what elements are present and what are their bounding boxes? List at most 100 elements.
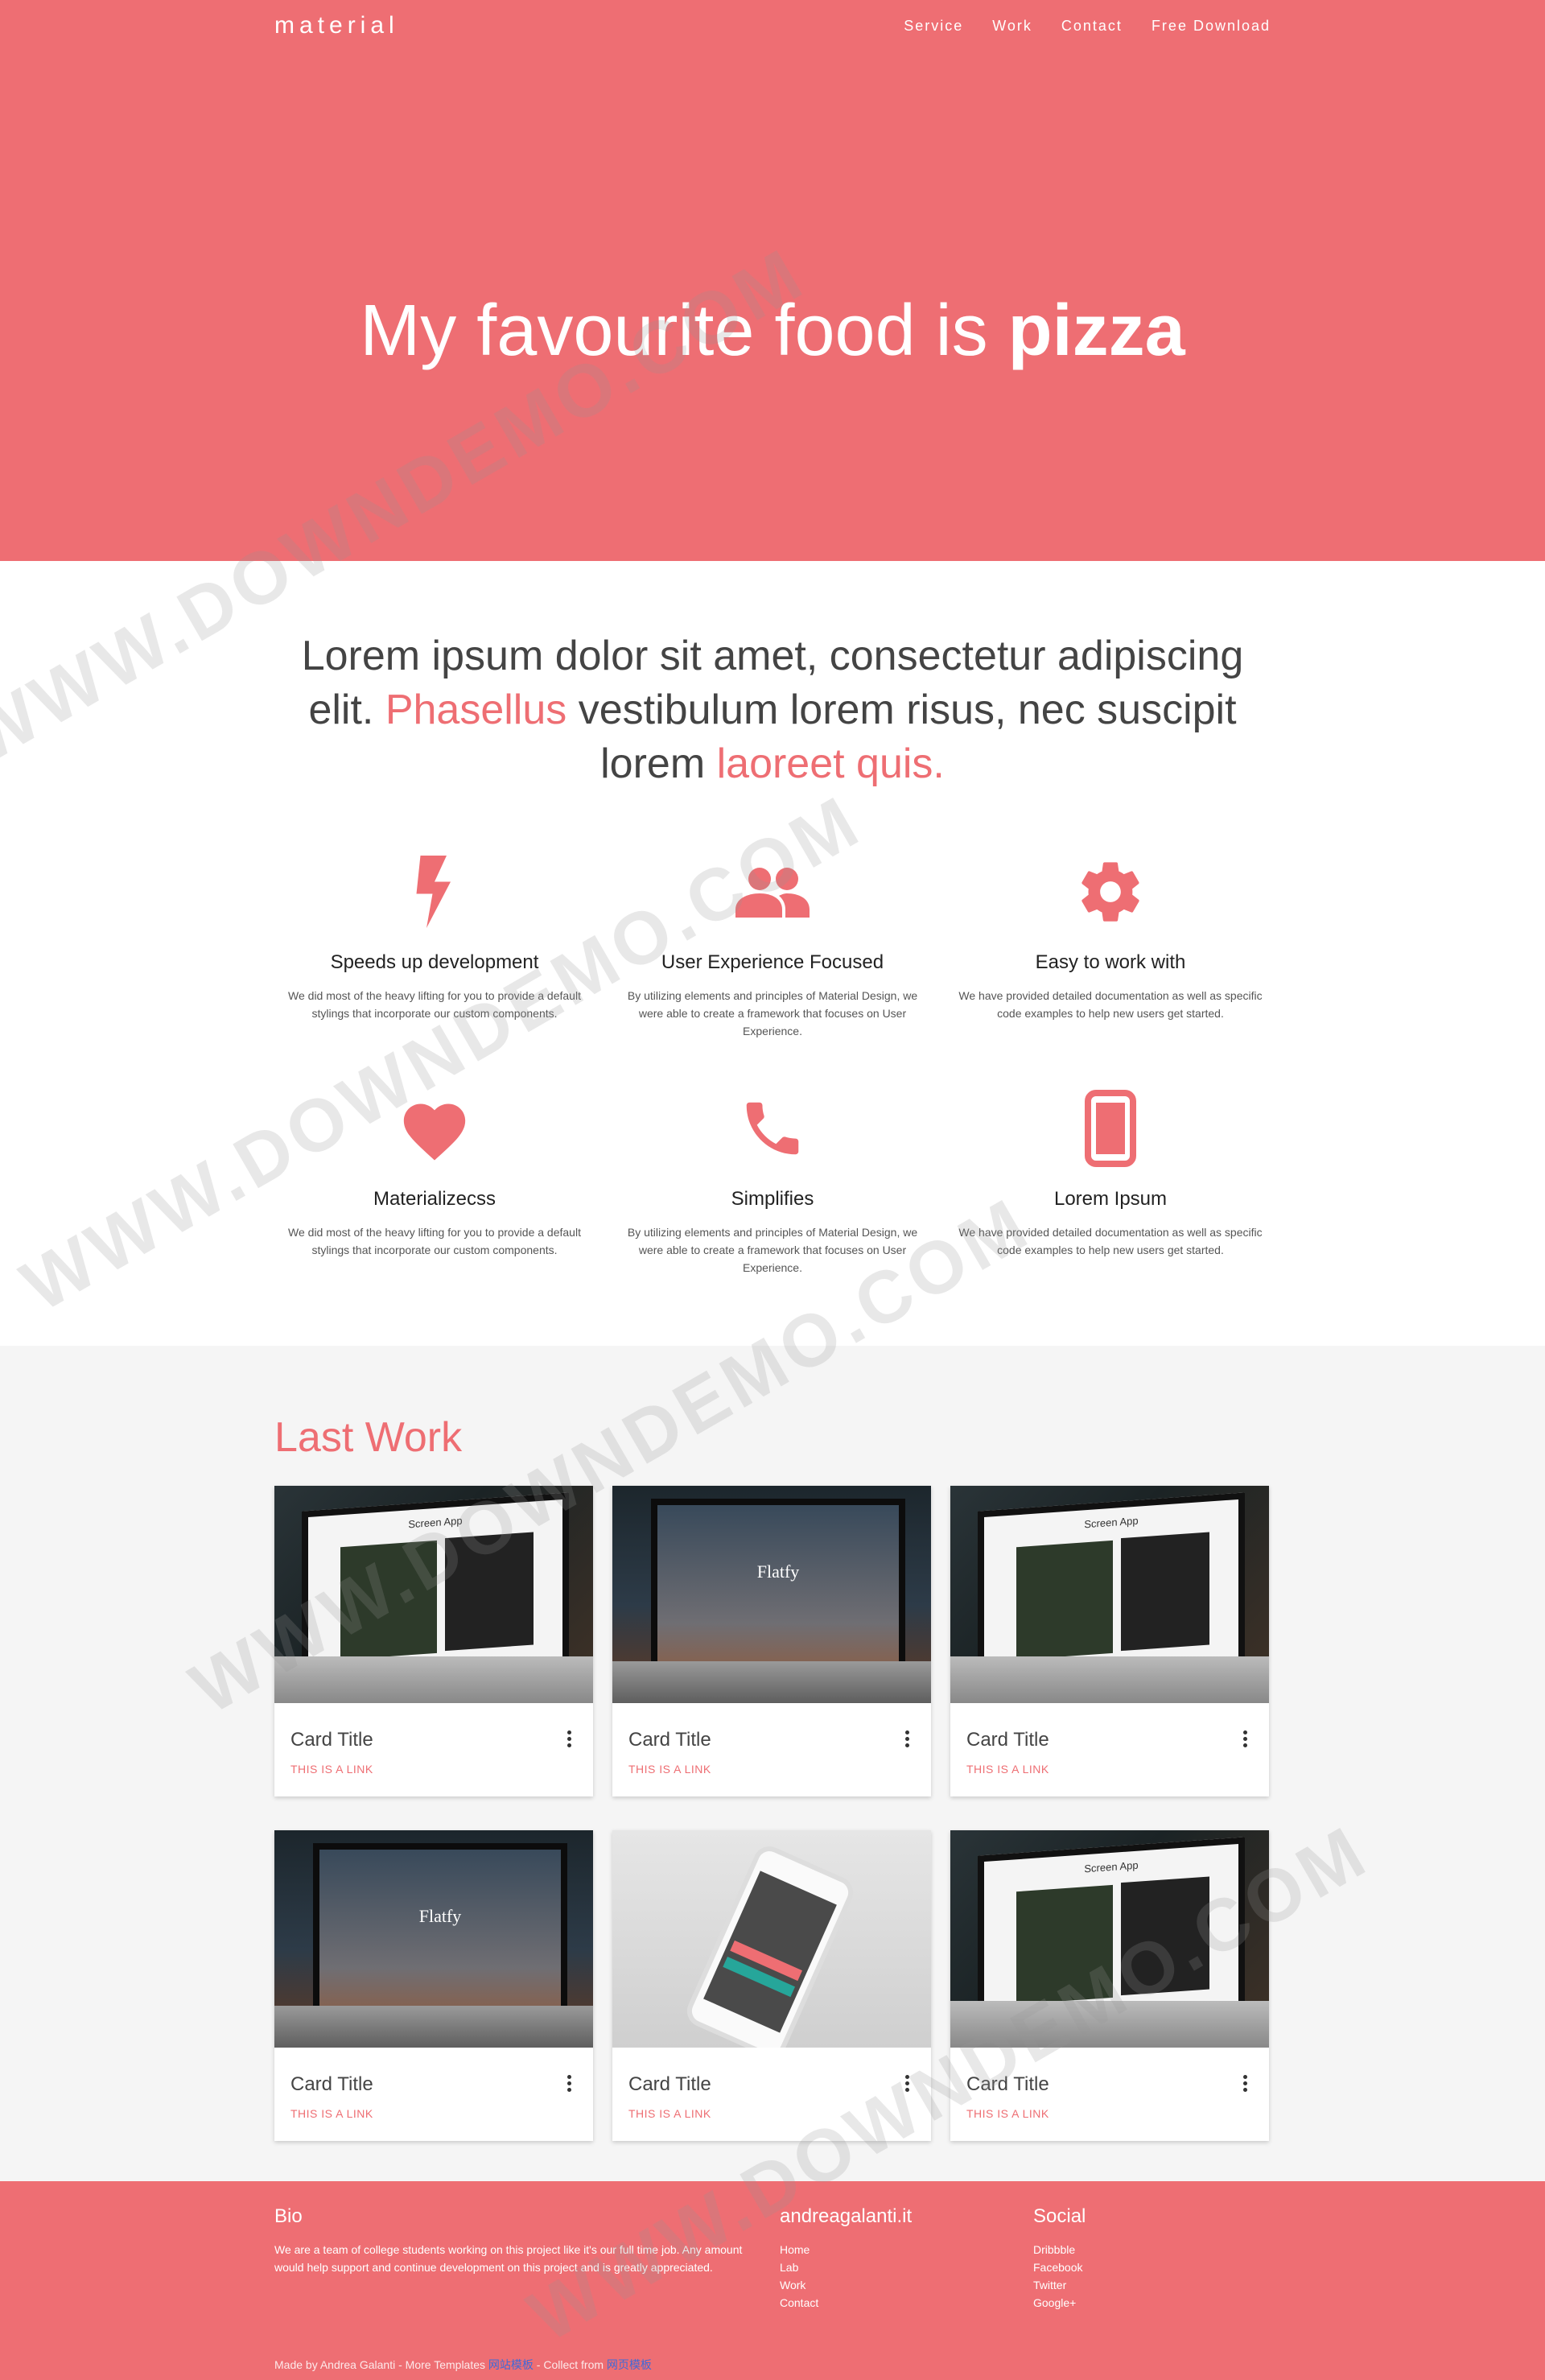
screen-panel [1121,1532,1209,1652]
feature-item: Lorem Ipsum We have provided detailed do… [941,1088,1279,1277]
card-body: Card Title This is a link [612,1703,931,1776]
footer-credits: Made by Andrea Galanti - More Templates … [274,2357,652,2373]
footer-site: andreagalanti.it Home Lab Work Contact [780,2205,1033,2312]
feature-item: Easy to work with We have provided detai… [941,852,1279,1040]
phone-illustration [682,1841,859,2048]
work-card[interactable]: Screen App Card Title This is a link [950,1830,1269,2141]
more-vert-icon[interactable] [1243,2075,1248,2094]
footer-link-dribbble[interactable]: Dribbble [1033,2241,1242,2258]
feature-desc: We have provided detailed documentation … [958,1226,1263,1256]
credits-pre: Made by [274,2358,320,2371]
credits-mid: - More Templates [395,2358,488,2371]
card-title: Card Title [290,2073,373,2095]
footer-columns: Bio We are a team of college students wo… [274,2181,1271,2312]
footer: Bio We are a team of college students wo… [0,2181,1545,2380]
nav-item-service[interactable]: Service [904,18,963,35]
laptop-screen: Flatfy [313,1843,567,2025]
nav-item-free-download[interactable]: Free Download [1152,18,1271,35]
intro-section: Lorem ipsum dolor sit amet, consectetur … [0,561,1545,1346]
card-title: Card Title [966,2073,1049,2095]
feature-desc: By utilizing elements and principles of … [627,989,918,1037]
footer-link-facebook[interactable]: Facebook [1033,2258,1242,2276]
card-image[interactable]: Flatfy [274,1830,593,2048]
card-image[interactable]: Screen App [950,1830,1269,2048]
more-vert-icon[interactable] [905,2075,910,2094]
hero-title-bold: pizza [1007,291,1185,372]
top-nav: material Service Work Contact Free Downl… [274,0,1271,52]
card-title: Card Title [628,1729,711,1751]
card-body: Card Title This is a link [950,1703,1269,1776]
credits-author[interactable]: Andrea Galanti [320,2358,395,2371]
gear-icon [941,852,1279,932]
group-icon [604,852,941,932]
feature-title: Lorem Ipsum [1053,1188,1168,1210]
laptop-keyboard [274,2006,593,2048]
feature-desc: By utilizing elements and principles of … [627,1226,918,1274]
flatfy-title: Flatfy [418,1906,462,1926]
card-title: Card Title [628,2073,711,2095]
card-image[interactable]: Screen App [274,1486,593,1703]
nav-item-contact[interactable]: Contact [1061,18,1123,35]
more-vert-icon[interactable] [905,1730,910,1750]
footer-site-title: andreagalanti.it [780,2205,913,2227]
work-card[interactable]: Card Title This is a link [612,1830,931,2141]
lead-highlight-2: laoreet quis. [716,740,945,787]
footer-link-twitter[interactable]: Twitter [1033,2276,1242,2294]
bolt-icon [266,852,604,932]
feature-title: Easy to work with [1035,951,1186,973]
more-vert-icon[interactable] [567,1730,572,1750]
card-image[interactable] [612,1830,931,2048]
card-link[interactable]: This is a link [628,2107,915,2120]
card-link[interactable]: This is a link [290,2107,577,2120]
laptop-screen: Flatfy [651,1499,905,1681]
footer-link-lab[interactable]: Lab [780,2258,1033,2276]
card-title: Card Title [966,1729,1049,1751]
card-title: Card Title [290,1729,373,1751]
work-card[interactable]: Screen App Card Title This is a link [950,1486,1269,1796]
card-image[interactable]: Flatfy [612,1486,931,1703]
laptop-keyboard [950,1656,1269,1703]
nav-item-work[interactable]: Work [992,18,1032,35]
hero-title: My favourite food is pizza [0,290,1545,373]
brand-logo[interactable]: material [274,12,399,39]
card-body: Card Title This is a link [612,2048,931,2120]
card-body: Card Title This is a link [950,2048,1269,2120]
card-body: Card Title This is a link [274,1703,593,1776]
feature-title: Simplifies [731,1188,814,1210]
footer-link-googleplus[interactable]: Google+ [1033,2294,1242,2312]
work-card[interactable]: Screen App Card Title This is a link [274,1486,593,1796]
smartphone-icon [941,1088,1279,1169]
footer-link-work[interactable]: Work [780,2276,1033,2294]
screen-panel [1016,1884,1113,2005]
work-card[interactable]: Flatfy Card Title This is a link [612,1486,931,1796]
footer-bio: Bio We are a team of college students wo… [274,2205,780,2312]
card-link[interactable]: This is a link [966,2107,1253,2120]
features-grid: Speeds up development We did most of the… [266,852,1279,1277]
phone-screen [703,1871,837,2033]
work-card[interactable]: Flatfy Card Title This is a link [274,1830,593,2141]
credits-mid-2: - Collect from [533,2358,607,2371]
card-link[interactable]: This is a link [290,1763,577,1776]
cards-grid: Screen App Card Title This is a link Fla… [274,1486,1271,2141]
footer-bio-text: We are a team of college students workin… [274,2243,743,2274]
card-body: Card Title This is a link [274,2048,593,2120]
card-link[interactable]: This is a link [628,1763,915,1776]
screen-panel [1016,1540,1113,1660]
screen-panel [1121,1876,1209,1996]
feature-title: Materializecss [373,1188,496,1210]
work-section: Last Work Screen App Card Title This is … [0,1346,1545,2181]
nav-menu: Service Work Contact Free Download [875,18,1271,35]
feature-title: User Experience Focused [661,951,884,973]
footer-link-contact[interactable]: Contact [780,2294,1033,2312]
feature-desc: We did most of the heavy lifting for you… [288,1226,581,1256]
credits-link-templates[interactable]: 网站模板 [488,2358,534,2371]
feature-title: Speeds up development [330,951,539,973]
card-image[interactable]: Screen App [950,1486,1269,1703]
footer-link-home[interactable]: Home [780,2241,1033,2258]
laptop-keyboard [612,1661,931,1703]
more-vert-icon[interactable] [567,2075,572,2094]
footer-site-links: Home Lab Work Contact [780,2241,1033,2312]
credits-link-collect[interactable]: 网页模板 [607,2358,652,2371]
card-link[interactable]: This is a link [966,1763,1253,1776]
more-vert-icon[interactable] [1243,1730,1248,1750]
